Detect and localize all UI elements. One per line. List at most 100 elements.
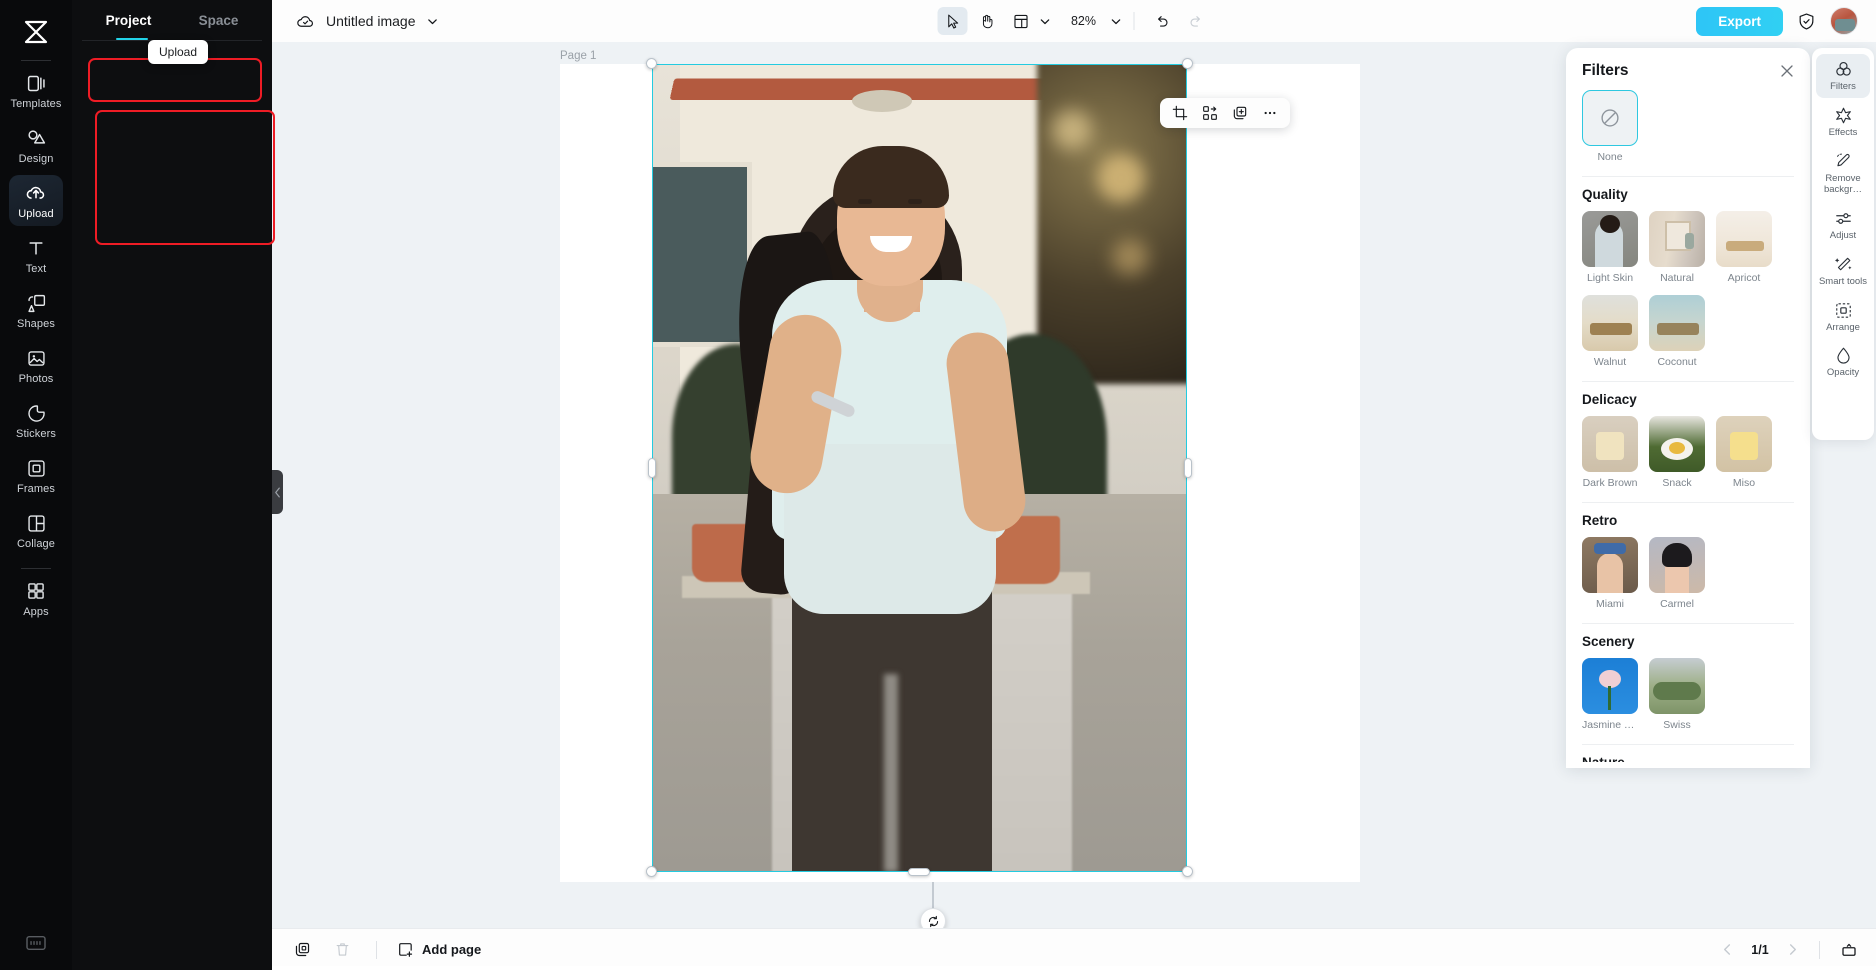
filter-group-title: Quality <box>1582 187 1794 202</box>
sidebar-item-photos[interactable]: Photos <box>9 340 63 391</box>
tool-label: Filters <box>1830 82 1856 93</box>
filter-item[interactable]: Natural <box>1649 211 1705 284</box>
canvas-image[interactable] <box>652 64 1187 872</box>
select-tool-button[interactable] <box>938 7 968 35</box>
filter-item[interactable]: Carmel <box>1649 537 1705 610</box>
duplicate-button[interactable] <box>1226 100 1254 126</box>
tab-project[interactable]: Project <box>106 13 152 28</box>
document-name-group[interactable]: Untitled image <box>272 12 438 31</box>
tool-smart-tools[interactable]: Smart tools <box>1816 249 1870 293</box>
remove-bg-icon <box>1834 152 1853 171</box>
resize-handle-top-right[interactable] <box>1182 58 1193 69</box>
user-avatar[interactable] <box>1830 7 1858 35</box>
duplicate-page-button[interactable] <box>288 937 316 963</box>
sidebar-item-stickers[interactable]: Stickers <box>9 395 63 446</box>
sidebar-item-upload[interactable]: Upload <box>9 175 63 226</box>
sidebar-item-text[interactable]: Text <box>9 230 63 281</box>
sidebar-item-collage[interactable]: Collage <box>9 505 63 556</box>
sidebar-label: Templates <box>10 98 61 110</box>
add-page-button[interactable]: Add page <box>397 941 481 958</box>
sidebar-item-apps[interactable]: Apps <box>9 573 63 624</box>
filter-none[interactable]: None <box>1582 90 1638 163</box>
pages-panel-button[interactable] <box>1840 941 1858 959</box>
filter-item[interactable]: Miso <box>1716 416 1772 489</box>
resize-handle-left[interactable] <box>648 458 656 478</box>
filter-item[interactable]: Walnut <box>1582 295 1638 368</box>
filter-item[interactable]: Snack <box>1649 416 1705 489</box>
zoom-control[interactable]: 82% <box>1067 14 1122 28</box>
sidebar-item-frames[interactable]: Frames <box>9 450 63 501</box>
sidebar-item-design[interactable]: Design <box>9 120 63 171</box>
sidebar-item-templates[interactable]: Templates <box>9 65 63 116</box>
chevron-down-icon[interactable] <box>427 16 438 27</box>
tool-label: Smart tools <box>1819 277 1867 288</box>
add-page-icon <box>397 941 414 958</box>
tool-filters[interactable]: Filters <box>1816 54 1870 98</box>
hand-tool-button[interactable] <box>972 7 1002 35</box>
keyboard-icon[interactable] <box>25 934 47 952</box>
resize-handle-top-left[interactable] <box>646 58 657 69</box>
resize-handle-right[interactable] <box>1184 458 1192 478</box>
tool-arrange[interactable]: Arrange <box>1816 295 1870 339</box>
prev-page-button[interactable] <box>1721 943 1734 956</box>
tab-space[interactable]: Space <box>199 13 239 28</box>
toolbar-divider <box>1134 12 1135 30</box>
filter-group-delicacy: Delicacy Dark Brown Snack Miso <box>1582 392 1794 489</box>
filters-panel: Filters None Quality Light Skin Natural … <box>1566 48 1810 768</box>
next-page-button[interactable] <box>1786 943 1799 956</box>
sidebar-item-shapes[interactable]: Shapes <box>9 285 63 336</box>
crop-button[interactable] <box>1166 100 1194 126</box>
filter-none-label: None <box>1582 151 1638 163</box>
layout-chevron-down-icon[interactable] <box>1040 16 1051 27</box>
tool-effects[interactable]: Effects <box>1816 100 1870 144</box>
close-icon[interactable] <box>1780 64 1794 78</box>
trash-icon <box>334 941 351 958</box>
filter-thumbnail <box>1582 658 1638 714</box>
filter-item[interactable]: Light Skin <box>1582 211 1638 284</box>
opacity-icon <box>1834 346 1853 365</box>
zoom-chevron-down-icon[interactable] <box>1111 16 1122 27</box>
filter-item[interactable]: Coconut <box>1649 295 1705 368</box>
more-options-button[interactable] <box>1256 100 1284 126</box>
undo-icon <box>1153 13 1170 30</box>
apps-icon <box>26 580 46 602</box>
filter-item[interactable]: Jasmine Tea <box>1582 658 1638 731</box>
flip-button[interactable] <box>1196 100 1224 126</box>
filter-label: Swiss <box>1649 719 1705 731</box>
redo-icon <box>1187 13 1204 30</box>
resize-handle-bottom-left[interactable] <box>646 866 657 877</box>
filter-item[interactable]: Swiss <box>1649 658 1705 731</box>
filter-group-title: Nature <box>1582 755 1794 762</box>
filters-icon <box>1834 60 1853 79</box>
capcut-editor-window: Templates Design Upload Text Shapes <box>0 0 1876 970</box>
export-button[interactable]: Export <box>1696 7 1783 36</box>
shield-check-icon[interactable] <box>1797 12 1816 31</box>
layout-tool-button[interactable] <box>1006 7 1036 35</box>
filter-item[interactable]: Dark Brown <box>1582 416 1638 489</box>
filter-group-scenery: Scenery Jasmine Tea Swiss <box>1582 634 1794 731</box>
tool-opacity[interactable]: Opacity <box>1816 340 1870 384</box>
filter-label: Walnut <box>1582 356 1638 368</box>
image-context-toolbar <box>1160 98 1290 128</box>
tool-adjust[interactable]: Adjust <box>1816 203 1870 247</box>
tool-remove-background[interactable]: Remove backgr… <box>1816 146 1870 201</box>
filter-label: Jasmine Tea <box>1582 719 1638 731</box>
panel-tab-bar: Project Space <box>72 0 272 40</box>
upload-panel: Project Space <box>72 0 272 970</box>
cloud-saved-icon <box>296 12 315 31</box>
delete-page-button[interactable] <box>328 937 356 963</box>
filter-item[interactable]: Miami <box>1582 537 1638 610</box>
filters-list[interactable]: None Quality Light Skin Natural Apricot … <box>1566 90 1810 762</box>
collage-icon <box>26 512 47 534</box>
redo-button[interactable] <box>1181 7 1211 35</box>
sidebar-label: Stickers <box>16 428 56 440</box>
rotate-handle[interactable] <box>920 908 946 928</box>
crop-icon <box>1172 105 1188 121</box>
resize-handle-bottom[interactable] <box>908 868 930 876</box>
templates-icon <box>26 72 47 94</box>
panel-collapse-handle[interactable] <box>272 470 283 514</box>
capcut-logo-icon[interactable] <box>14 12 58 52</box>
resize-handle-bottom-right[interactable] <box>1182 866 1193 877</box>
filter-item[interactable]: Apricot <box>1716 211 1772 284</box>
undo-button[interactable] <box>1147 7 1177 35</box>
